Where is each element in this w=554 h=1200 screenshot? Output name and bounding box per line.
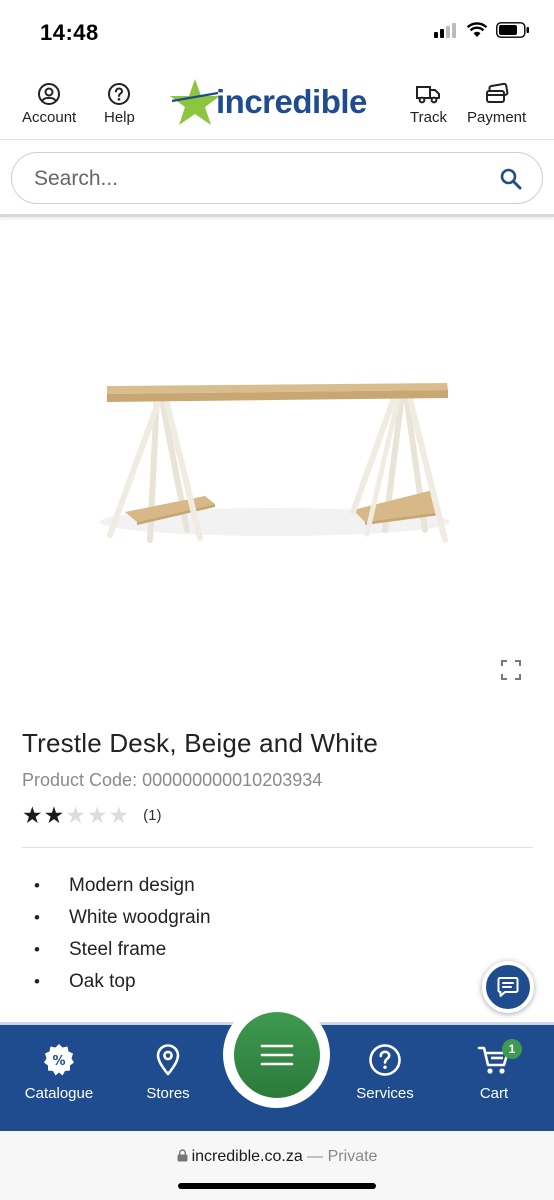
chat-button[interactable] [482, 961, 534, 1013]
chat-icon [497, 977, 519, 997]
help-icon [108, 83, 131, 105]
track-label: Track [410, 109, 447, 126]
wifi-icon [466, 22, 488, 37]
stores-label: Stores [146, 1085, 190, 1102]
menu-button-ring [223, 1001, 330, 1108]
star-filled-icon: ★ [43, 802, 65, 828]
home-indicator [178, 1183, 376, 1189]
search-bar [0, 141, 554, 217]
cart-count-badge: 1 [502, 1039, 522, 1059]
product-code: Product Code: 000000000010203934 [22, 770, 323, 790]
status-icons [434, 22, 530, 38]
star-empty-icon: ★ [65, 802, 86, 828]
rating-stars: ★ ★ ★ ★ ★ [22, 802, 130, 828]
feature-list: Modern design White woodgrain Steel fram… [34, 870, 211, 998]
account-link[interactable]: Account [22, 82, 76, 126]
hamburger-menu-icon [260, 1044, 293, 1065]
star-empty-icon: ★ [86, 802, 108, 828]
nav-cart[interactable]: 1 Cart [444, 1039, 544, 1102]
cart-label: Cart [479, 1085, 509, 1102]
menu-button[interactable] [233, 1011, 320, 1098]
fullscreen-icon[interactable] [500, 659, 522, 681]
cellular-signal-icon [434, 23, 456, 38]
feature-item: Modern design [34, 870, 211, 902]
site-header: Account Help incredible Track Payment [0, 64, 554, 140]
incredible-logo[interactable]: incredible [168, 74, 367, 130]
payment-cards-icon [485, 82, 509, 103]
nav-catalogue[interactable]: % Catalogue [9, 1043, 109, 1102]
feature-item: Oak top [34, 966, 211, 998]
battery-icon [496, 22, 529, 38]
catalogue-badge-icon: % [44, 1044, 74, 1076]
search-input[interactable] [34, 165, 474, 193]
url-display: incredible.co.za — Private [0, 1148, 554, 1166]
star-empty-icon: ★ [108, 802, 130, 828]
lock-icon [177, 1149, 188, 1162]
payment-link[interactable]: Payment [467, 82, 526, 126]
services-label: Services [356, 1085, 414, 1102]
logo-text: incredible [216, 83, 367, 120]
product-rating[interactable]: ★ ★ ★ ★ ★ (1) [22, 802, 161, 828]
nav-services[interactable]: Services [335, 1043, 435, 1102]
svg-text:%: % [52, 1054, 65, 1069]
account-icon [38, 83, 61, 105]
account-label: Account [22, 109, 77, 126]
search-box [11, 152, 543, 204]
status-time: 14:48 [40, 20, 99, 45]
feature-item: Steel frame [34, 934, 211, 966]
services-help-icon [369, 1044, 401, 1076]
star-filled-icon: ★ [22, 802, 43, 828]
track-link[interactable]: Track [410, 82, 447, 126]
feature-item: White woodgrain [34, 902, 211, 934]
status-bar: 14:48 [0, 0, 554, 64]
browser-url-bar[interactable]: incredible.co.za — Private [0, 1131, 554, 1200]
help-label: Help [104, 109, 135, 126]
search-icon[interactable] [498, 166, 524, 192]
payment-label: Payment [467, 109, 527, 126]
logo-star-icon [170, 79, 220, 125]
review-count[interactable]: (1) [143, 807, 161, 824]
product-title: Trestle Desk, Beige and White [22, 728, 378, 758]
product-image[interactable] [95, 290, 460, 560]
delivery-truck-icon [416, 86, 441, 104]
catalogue-label: Catalogue [24, 1085, 94, 1102]
private-label: — Private [307, 1148, 378, 1165]
url-text: incredible.co.za [191, 1148, 303, 1165]
divider [22, 847, 533, 848]
help-link[interactable]: Help [104, 82, 135, 126]
location-pin-icon [156, 1044, 180, 1076]
nav-stores[interactable]: Stores [118, 1043, 218, 1102]
